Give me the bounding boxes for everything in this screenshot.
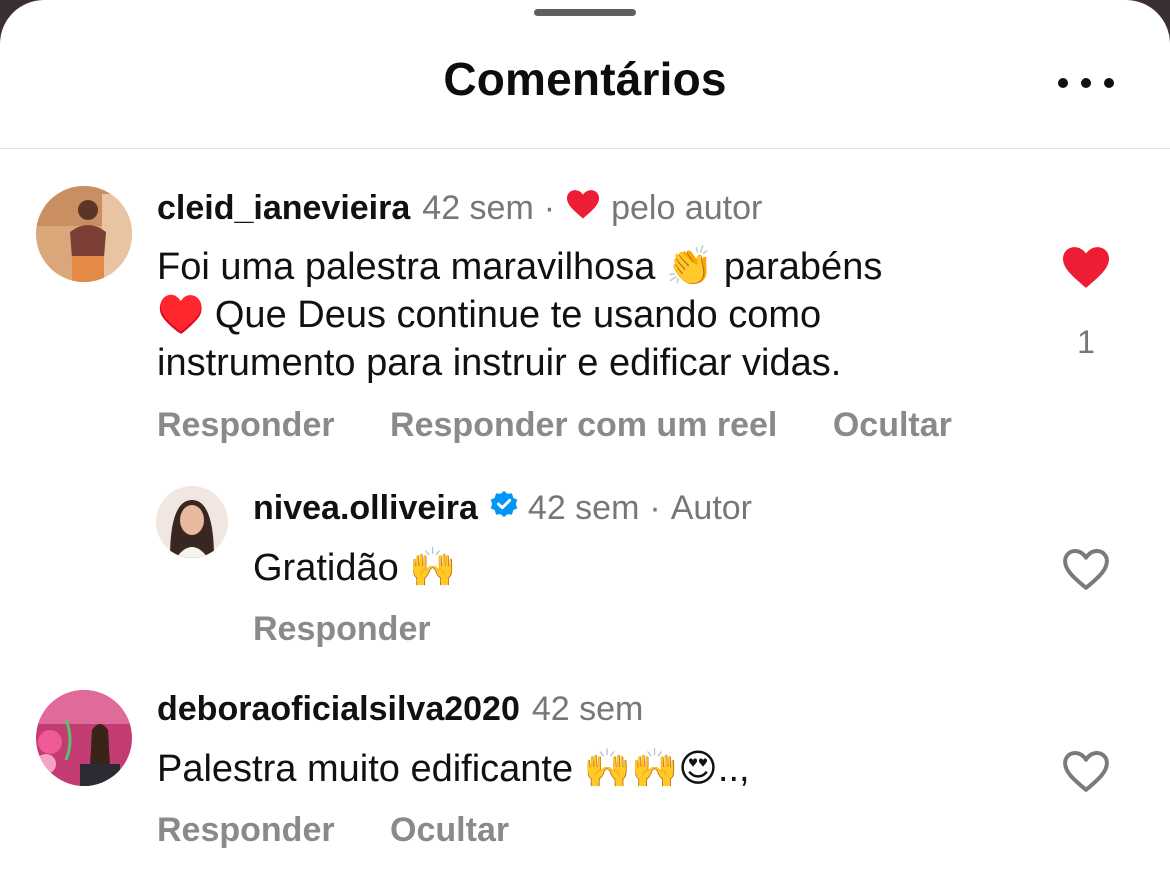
comments-sheet: Comentários cleid_ianevieira 42 sem · pe… (0, 0, 1170, 880)
reply-time: 42 sem (527, 489, 640, 527)
liked-by-author-label: pelo autor (611, 189, 763, 227)
meta-separator: · (649, 489, 661, 527)
reply-with-reel-button[interactable]: Responder com um reel (390, 406, 777, 444)
comment-text-line: ♥️ Que Deus continue te usando como (157, 294, 822, 336)
comment-username[interactable]: deboraoficialsilva2020 (157, 690, 520, 729)
reply-button[interactable]: Responder (253, 610, 431, 648)
reply-button[interactable]: Responder (157, 406, 335, 444)
reply-username[interactable]: nivea.olliveira (253, 489, 478, 528)
comment-actions: Responder Responder com um reel Ocultar (157, 406, 998, 445)
page-title: Comentários (443, 53, 727, 105)
more-icon-dot (1058, 78, 1068, 88)
reply-meta: nivea.olliveira 42 sem · Autor (253, 488, 752, 529)
comment-username[interactable]: cleid_ianevieira (157, 189, 410, 228)
comment-time: 42 sem (422, 189, 534, 227)
heart-filled-icon (565, 188, 601, 229)
avatar[interactable] (36, 690, 132, 786)
like-count: 1 (1077, 324, 1095, 360)
verified-badge-icon (488, 488, 520, 529)
more-options-button[interactable] (1058, 76, 1114, 90)
comment-text-line: instrumento para instruir e edificar vid… (157, 342, 842, 384)
comment-text: Palestra muito edificante 🙌🙌😍.., (157, 748, 750, 790)
reply-actions: Responder (253, 610, 477, 649)
comment-meta: cleid_ianevieira 42 sem · pelo autor (157, 188, 762, 229)
comment-text: Foi uma palestra maravilhosa 👏 parabéns … (157, 243, 1037, 387)
comment-text-line: Foi uma palestra maravilhosa 👏 parabéns (157, 246, 883, 288)
heart-outline-icon (1063, 751, 1109, 792)
more-icon-dot (1104, 78, 1114, 88)
heart-filled-icon (1063, 247, 1109, 288)
like-button[interactable] (1058, 546, 1114, 597)
like-button[interactable] (1058, 748, 1114, 799)
comment-time: 42 sem (531, 690, 644, 728)
hide-button[interactable]: Ocultar (833, 406, 952, 444)
author-label: Autor (670, 489, 752, 527)
meta-separator: · (543, 189, 556, 227)
reply-button[interactable]: Responder (157, 811, 335, 849)
sheet-grabber[interactable] (534, 9, 636, 16)
heart-outline-icon (1063, 549, 1109, 590)
more-icon-dot (1081, 78, 1091, 88)
reply-text: Gratidão 🙌 (253, 547, 457, 589)
comment-meta: deboraoficialsilva2020 42 sem (157, 690, 643, 729)
header-divider (0, 148, 1170, 149)
avatar[interactable] (36, 186, 132, 282)
hide-button[interactable]: Ocultar (390, 811, 509, 849)
avatar[interactable] (156, 486, 228, 558)
like-button[interactable] (1058, 244, 1114, 295)
comment-actions: Responder Ocultar (157, 811, 555, 850)
